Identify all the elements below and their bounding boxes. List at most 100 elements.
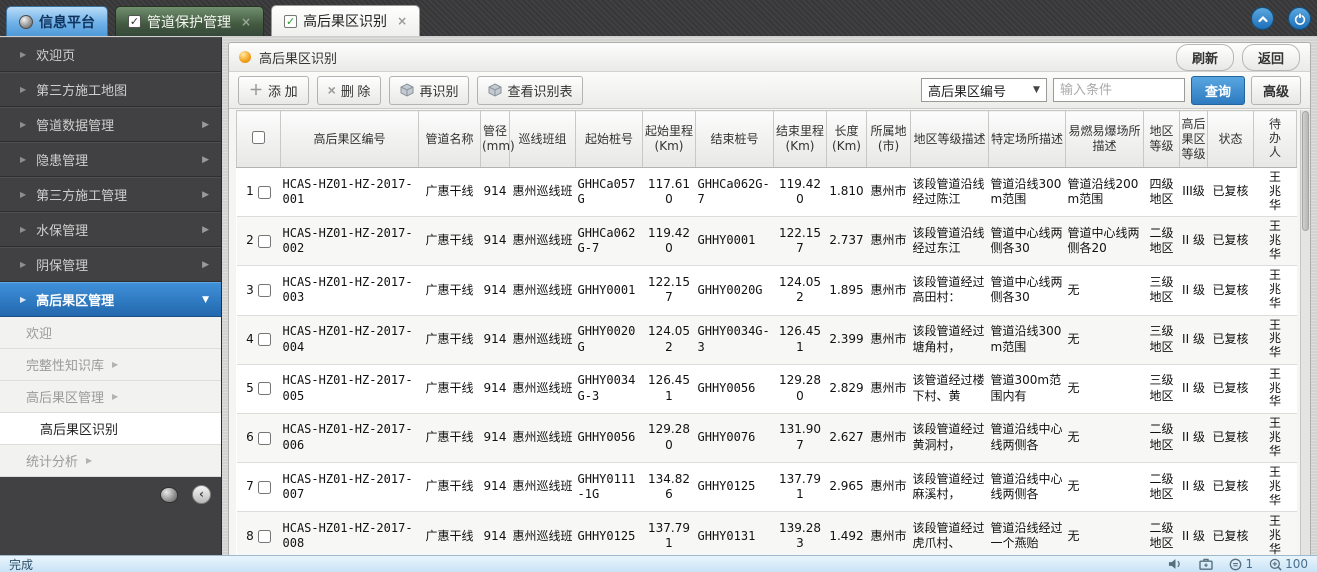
column-header[interactable]: 地区等级 [1144,111,1180,168]
tab-hca-identification[interactable]: ✓ 高后果区识别 × [271,5,420,36]
column-header[interactable]: 管道名称 [419,111,481,168]
close-icon[interactable]: × [397,16,407,26]
sidebar-subitem[interactable]: 统计分析▶ [0,445,221,477]
row-checkbox[interactable] [258,333,271,346]
column-header[interactable]: 起始桩号 [576,111,643,168]
table-cell: 王兆华 [1254,217,1297,266]
sidebar-item-label: 管道数据管理 [36,115,114,134]
row-checkbox[interactable] [258,284,271,297]
table-row[interactable]: 5HCAS-HZ01-HZ-2017-005广惠干线914惠州巡线班GHHY00… [237,364,1297,413]
sidebar-item[interactable]: ▶第三方施工管理▶ [0,177,221,212]
sidebar-item[interactable]: ▶管道数据管理▶ [0,107,221,142]
sidebar-item-label: 第三方施工管理 [36,185,127,204]
view-identification-table-button[interactable]: 查看识别表 [477,76,583,105]
table-row[interactable]: 4HCAS-HZ01-HZ-2017-004广惠干线914惠州巡线班GHHY00… [237,315,1297,364]
column-header[interactable]: 起始里程(Km) [643,111,696,168]
toolbox-icon[interactable] [1199,558,1213,570]
delete-button[interactable]: × 删 除 [317,76,382,105]
refresh-button[interactable]: 刷新 [1176,44,1234,71]
row-checkbox[interactable] [258,530,271,543]
sidebar-item[interactable]: ▶隐患管理▶ [0,142,221,177]
table-row[interactable]: 7HCAS-HZ01-HZ-2017-007广惠干线914惠州巡线班GHHY01… [237,463,1297,512]
row-checkbox[interactable] [258,382,271,395]
table-cell: 二级地区 [1144,413,1180,462]
sidebar-item[interactable]: ▶阴保管理▶ [0,247,221,282]
table-row[interactable]: 2HCAS-HZ01-HZ-2017-002广惠干线914惠州巡线班GHHCa0… [237,217,1297,266]
column-header[interactable]: 易燃易爆场所描述 [1066,111,1144,168]
sidebar-subitem[interactable]: 高后果区管理▶ [0,381,221,413]
table-cell: 无 [1066,364,1144,413]
search-button[interactable]: 查询 [1191,76,1245,105]
table-row[interactable]: 3HCAS-HZ01-HZ-2017-003广惠干线914惠州巡线班GHHY00… [237,266,1297,315]
row-checkbox[interactable] [258,432,271,445]
table-cell: HCAS-HZ01-HZ-2017-007 [281,463,419,512]
table-cell: 惠州巡线班 [510,512,576,555]
collapse-sidebar-button[interactable]: ‹ [192,485,211,504]
column-header[interactable]: 所属地(市) [867,111,911,168]
table-cell: 137.791 [643,512,696,555]
zone-count: 1 [1245,557,1253,571]
scrollbar-thumb[interactable] [1302,111,1309,231]
table-cell: 管道中心线两侧各20 [1066,217,1144,266]
select-all-header[interactable] [237,111,281,168]
column-header[interactable]: 高后果区编号 [281,111,419,168]
add-button[interactable]: ＋ 添 加 [238,76,309,105]
close-icon[interactable]: × [241,17,251,27]
column-header[interactable]: 长度(Km) [827,111,867,168]
row-checkbox[interactable] [258,235,271,248]
logout-button[interactable] [1288,7,1311,30]
condition-input[interactable] [1053,78,1185,102]
theme-icon[interactable] [160,487,178,503]
table-row[interactable]: 1HCAS-HZ01-HZ-2017-001广惠干线914惠州巡线班GHHCa0… [237,168,1297,217]
row-select-cell: 3 [237,266,281,315]
sidebar-subitem[interactable]: 高后果区识别 [0,413,221,445]
filter-field-select[interactable]: 高后果区编号 ▼ [921,78,1047,102]
sidebar-subitem[interactable]: 完整性知识库▶ [0,349,221,381]
tab-info-platform[interactable]: 信息平台 [6,6,108,36]
column-header[interactable]: 结束桩号 [696,111,774,168]
column-header[interactable]: 高后果区等级 [1180,111,1208,168]
sidebar-item[interactable]: ▶欢迎页 [0,37,221,72]
table-cell: 广惠干线 [419,512,481,555]
sidebar-item[interactable]: ▶第三方施工地图 [0,72,221,107]
row-select-cell: 7 [237,463,281,512]
column-header[interactable]: 巡线班组 [510,111,576,168]
vertical-scrollbar[interactable] [1300,110,1310,555]
sidebar-subitem[interactable]: 欢迎 [0,317,221,349]
table-cell: 三级地区 [1144,266,1180,315]
column-header[interactable]: 结束里程(Km) [774,111,827,168]
row-checkbox[interactable] [258,186,271,199]
row-select-cell: 2 [237,217,281,266]
zone-badge-icon[interactable]: 1 [1229,557,1253,571]
chevron-down-icon: ▼ [1033,85,1040,95]
back-button[interactable]: 返回 [1242,44,1300,71]
table-cell: GHHY0056 [696,364,774,413]
reidentify-button[interactable]: 再识别 [389,76,469,105]
row-index: 6 [246,430,254,446]
advanced-button[interactable]: 高级 [1251,76,1301,105]
table-row[interactable]: 8HCAS-HZ01-HZ-2017-008广惠干线914惠州巡线班GHHY01… [237,512,1297,555]
select-all-checkbox[interactable] [252,131,265,144]
table-cell: 无 [1066,512,1144,555]
tab-pipeline-protection[interactable]: ✓ 管道保护管理 × [115,6,264,36]
table-cell: 惠州巡线班 [510,315,576,364]
table-cell: 惠州巡线班 [510,413,576,462]
zoom-level-control[interactable]: 100 [1269,557,1308,571]
table-cell: II 级 [1180,512,1208,555]
scroll-top-button[interactable] [1251,7,1274,30]
sidebar-item[interactable]: ▶水保管理▶ [0,212,221,247]
column-header[interactable]: 状态 [1208,111,1254,168]
table-row[interactable]: 6HCAS-HZ01-HZ-2017-006广惠干线914惠州巡线班GHHY00… [237,413,1297,462]
row-checkbox[interactable] [258,481,271,494]
sound-icon[interactable] [1168,558,1183,570]
table-cell: GHHCa062G-7 [696,168,774,217]
column-header[interactable]: 地区等级描述 [911,111,989,168]
table-cell: 管道沿线中心线两侧各 [989,413,1066,462]
table-cell: 122.157 [774,217,827,266]
column-header[interactable]: 特定场所描述 [989,111,1066,168]
column-header[interactable]: 待办人 [1254,111,1297,168]
column-header[interactable]: 管径(mm) [481,111,510,168]
sidebar-item[interactable]: ▶高后果区管理▼ [0,282,221,317]
plus-icon: ＋ [249,84,263,96]
table-cell: 惠州市 [867,315,911,364]
